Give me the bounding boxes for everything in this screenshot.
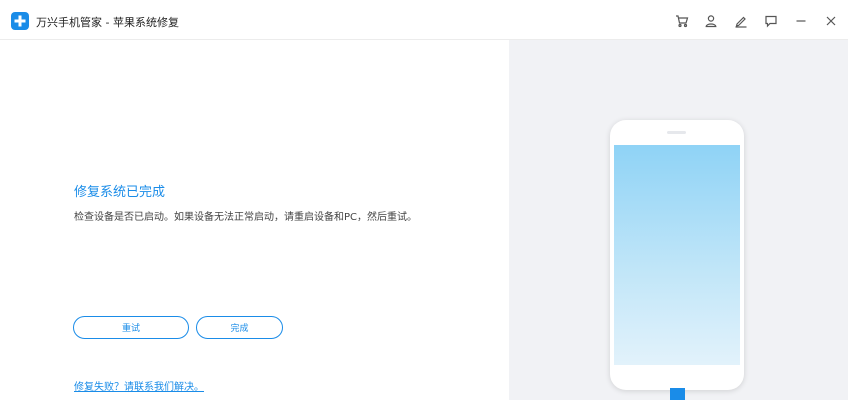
close-icon[interactable] <box>823 13 839 29</box>
help-link[interactable]: 修复失败？请联系我们解决。 <box>74 378 204 393</box>
minimize-icon[interactable] <box>793 13 809 29</box>
app-title: 万兴手机管家 - 苹果系统修复 <box>36 16 179 29</box>
status-description: 检查设备是否已启动。如果设备无法正常启动，请重启设备和PC，然后重试。 <box>74 212 418 223</box>
repair-result-panel: 修复系统已完成 检查设备是否已启动。如果设备无法正常启动，请重启设备和PC，然后… <box>0 40 509 400</box>
phone-illustration <box>610 120 744 390</box>
retry-button[interactable]: 重试 <box>73 316 189 339</box>
phone-speaker <box>667 131 686 134</box>
device-preview-panel <box>509 40 848 400</box>
phone-screen <box>614 145 740 365</box>
title-bar: 万兴手机管家 - 苹果系统修复 <box>0 0 848 40</box>
done-button[interactable]: 完成 <box>196 316 283 339</box>
edit-icon[interactable] <box>733 13 749 29</box>
status-title: 修复系统已完成 <box>74 185 166 200</box>
user-icon[interactable] <box>703 13 719 29</box>
usb-cable <box>670 388 685 400</box>
app-logo-icon <box>11 12 29 30</box>
feedback-icon[interactable] <box>763 13 779 29</box>
cart-icon[interactable] <box>674 13 690 29</box>
